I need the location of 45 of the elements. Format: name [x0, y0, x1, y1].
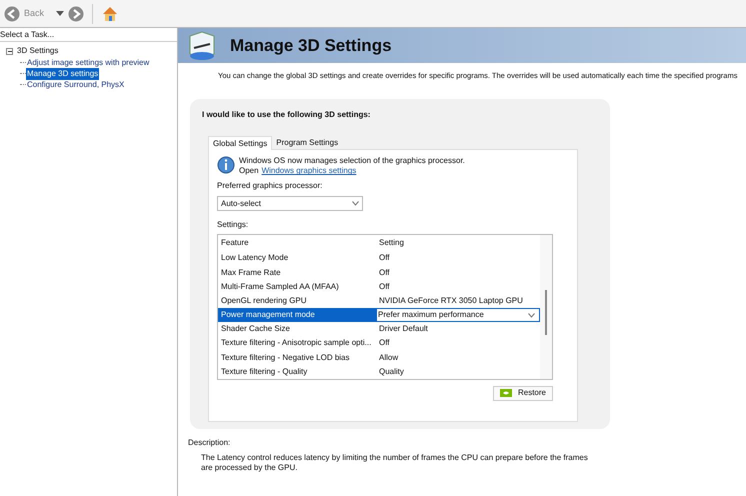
page-title: Manage 3D Settings: [230, 34, 392, 57]
feature-cell[interactable]: Low Latency Mode: [218, 251, 376, 266]
notice-open-text: Open: [239, 166, 259, 176]
setting-cell-text: Off: [378, 280, 391, 293]
notice-text: Windows OS now manages selection of the graphics processor.: [239, 156, 465, 166]
feature-cell[interactable]: Multi-Frame Sampled AA (MFAA): [218, 280, 376, 294]
info-icon: [217, 156, 235, 174]
setting-cell-text: Off: [378, 266, 391, 279]
feature-cell[interactable]: Texture filtering - Anisotropic sample opti...: [218, 336, 376, 351]
feature-cell[interactable]: OpenGL rendering GPU: [218, 294, 376, 308]
scrollbar[interactable]: [540, 235, 552, 379]
feature-cell[interactable]: Power management mode: [218, 308, 376, 322]
setting-cell-text: Driver Default: [378, 323, 429, 336]
chevron-icon: [528, 312, 535, 318]
home-icon[interactable]: [101, 4, 120, 22]
processor-dropdown[interactable]: Auto-select: [217, 196, 363, 212]
feature-cell[interactable]: Shader Cache Size: [218, 322, 376, 336]
tree-item[interactable]: Adjust image settings with preview: [26, 56, 150, 68]
collapse-icon[interactable]: [6, 48, 13, 54]
setting-cell-text: Quality: [378, 366, 405, 378]
description-text: The Latency control reduces latency by limiting the number of frames the CPU can prepare before the frames are processed by the GPU.: [201, 453, 589, 474]
settings-label: Settings:: [217, 219, 250, 232]
tree-item[interactable]: Configure Surround, PhysX: [26, 78, 126, 90]
column-header[interactable]: Feature: [218, 237, 376, 250]
feature-cell[interactable]: Texture filtering - Negative LOD bias: [218, 350, 376, 365]
tab[interactable]: Global Settings: [208, 136, 272, 150]
panel-title: I would like to use the following 3D settings:: [202, 109, 372, 122]
column-header[interactable]: Setting: [376, 237, 540, 250]
feature-cell[interactable]: Texture filtering - Quality: [218, 364, 376, 379]
dropdown-caret-icon[interactable]: [56, 10, 64, 16]
setting-cell-text: Allow: [378, 352, 400, 364]
setting-dropdown[interactable]: Prefer maximum performance: [376, 308, 540, 322]
tree-item[interactable]: Manage 3D settings: [26, 68, 100, 80]
setting-cell-text: NVIDIA GeForce RTX 3050 Laptop GPU: [378, 294, 524, 307]
description-label: Description:: [188, 437, 232, 450]
processor-label: Preferred graphics processor:: [217, 180, 324, 192]
sidebar-title: Select a Task...: [0, 28, 177, 42]
setting-cell-text: Off: [378, 252, 391, 264]
setting-cell-text: Off: [378, 337, 391, 350]
tab[interactable]: Program Settings: [272, 136, 342, 150]
chevron-icon: [352, 201, 359, 206]
feature-cell[interactable]: Max Frame Rate: [218, 265, 376, 280]
restore-button[interactable]: Restore: [492, 386, 553, 401]
windows-graphics-settings-link[interactable]: Windows graphics settings: [262, 166, 356, 176]
tree-item[interactable]: 3D Settings: [16, 45, 60, 57]
